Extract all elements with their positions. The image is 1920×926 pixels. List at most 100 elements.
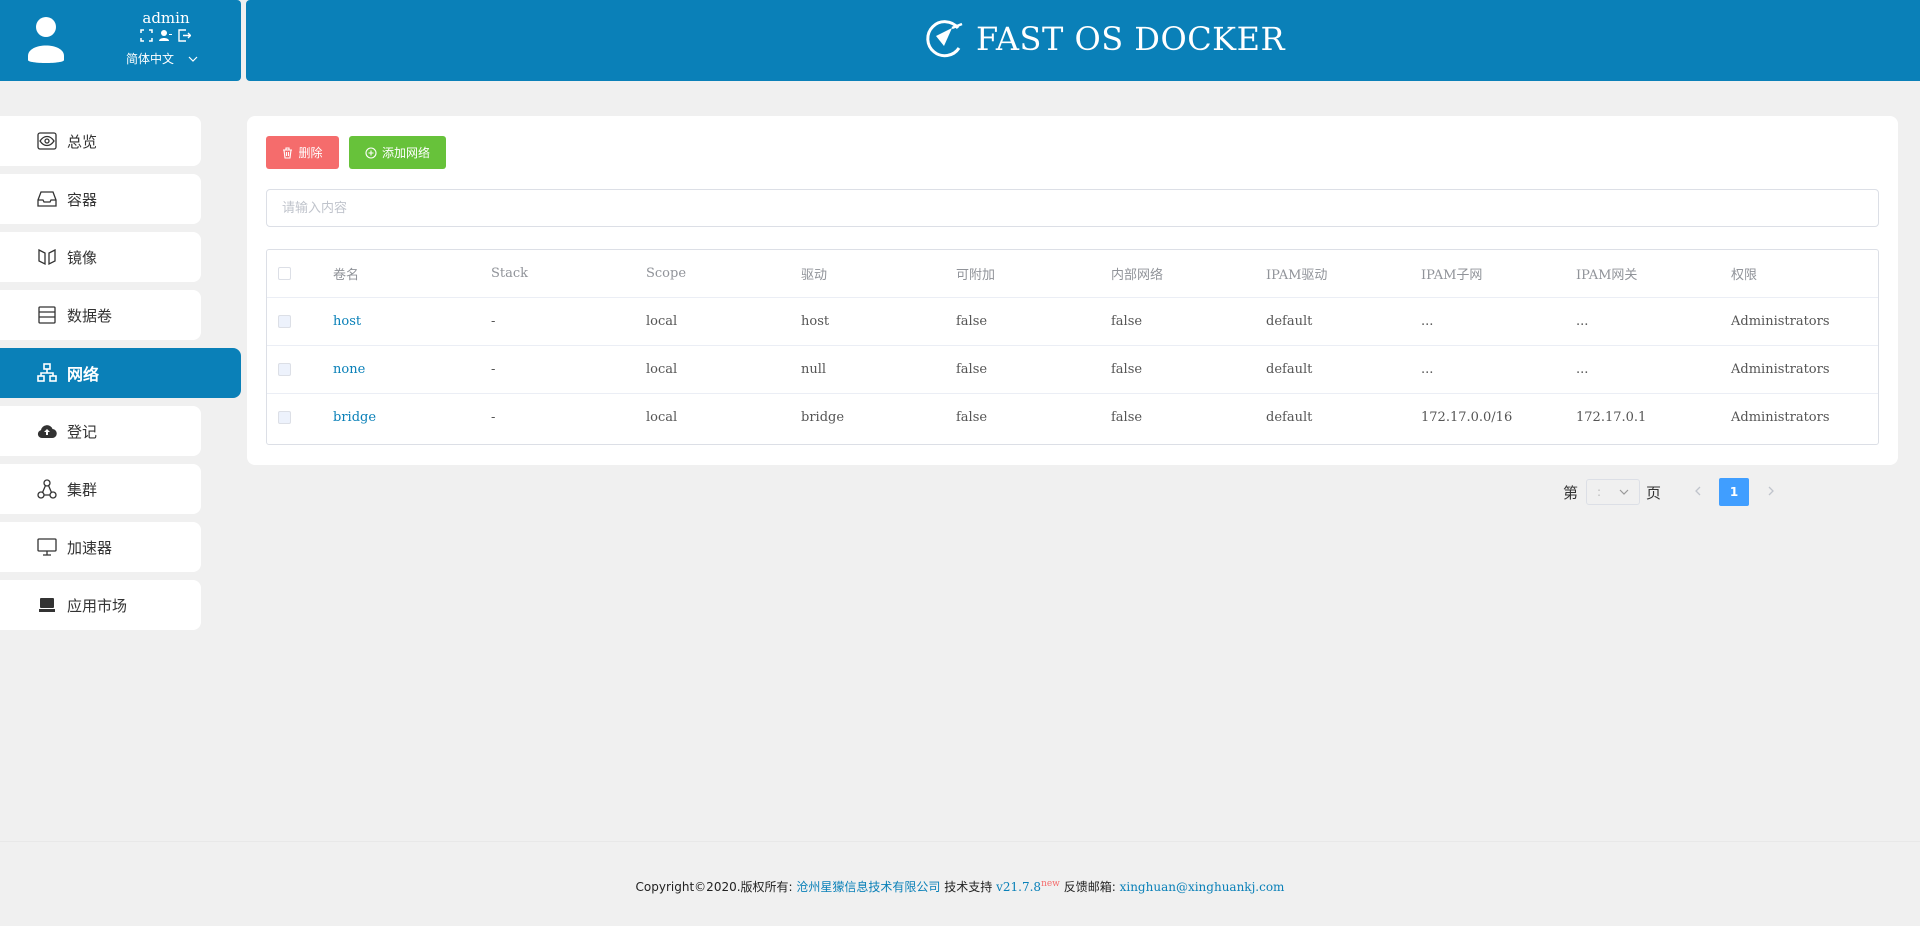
column-header[interactable]: Stack (491, 250, 646, 298)
image-icon (37, 247, 57, 267)
sidebar-item-label: 容器 (67, 190, 98, 209)
search-input[interactable] (266, 189, 1879, 227)
sidebar-item-accelerator[interactable]: 加速器 (0, 522, 201, 572)
plus-circle-icon (365, 146, 377, 159)
prev-page-button[interactable] (1683, 484, 1711, 500)
table-cell: host (801, 297, 956, 346)
table-cell: default (1266, 297, 1421, 346)
chevron-left-icon (1694, 486, 1700, 496)
header-bar: FAST OS DOCKER (246, 0, 1920, 81)
row-checkbox[interactable] (278, 315, 291, 328)
column-header[interactable]: 内部网络 (1111, 250, 1266, 298)
footer-version: v21.7.8 (996, 880, 1042, 894)
row-checkbox[interactable] (278, 411, 291, 424)
table-header-row: 卷名 Stack Scope 驱动 可附加 内部网络 IPAM驱动 IPAM子网… (267, 250, 1878, 298)
table-cell: false (956, 410, 988, 425)
column-header[interactable]: 权限 (1731, 250, 1878, 298)
monitor-icon (37, 537, 57, 557)
language-selector[interactable]: 简体中文 (126, 50, 198, 67)
table-cell: ... (1576, 345, 1731, 394)
table-cell: false (1111, 297, 1266, 346)
logo: FAST OS DOCKER (922, 14, 1285, 64)
sidebar-item-label: 集群 (67, 480, 98, 499)
sidebar-item-label: 镜像 (67, 248, 98, 267)
table-cell: 172.17.0.0/16 (1421, 410, 1513, 425)
user-actions (139, 28, 195, 44)
table-cell: ... (1421, 297, 1576, 346)
table-cell: default (1266, 410, 1313, 425)
table-cell: default (1266, 345, 1421, 394)
sidebar-item-label: 加速器 (67, 538, 113, 557)
user-avatar-icon[interactable] (28, 16, 64, 64)
column-header[interactable]: Scope (646, 250, 801, 298)
page-prefix: 第 (1563, 483, 1579, 502)
select-all-checkbox[interactable] (278, 267, 291, 280)
user-name: admin (142, 9, 190, 27)
table-cell: false (1111, 345, 1266, 394)
eye-icon (37, 131, 57, 151)
sidebar-item-label: 网络 (67, 365, 100, 384)
table-cell: Administrators (1731, 297, 1878, 346)
table-cell: Administrators (1731, 345, 1878, 394)
sidebar-item-registry[interactable]: 登记 (0, 406, 201, 456)
footer-email-link[interactable]: xinghuan@xinghuankj.com (1120, 880, 1285, 894)
table-cell: Administrators (1731, 410, 1830, 425)
network-name-link[interactable]: host (333, 314, 361, 329)
network-panel: 删除 添加网络 卷名 Stack Scope 驱动 可附加 内部网络 IPAM驱… (247, 116, 1898, 465)
footer-company-link[interactable]: 沧州星獴信息技术有限公司 (796, 880, 940, 894)
sidebar-item-network[interactable]: 网络 (0, 348, 241, 398)
footer-support-label: 技术支持 (944, 880, 993, 894)
sidebar-item-overview[interactable]: 总览 (0, 116, 201, 166)
sidebar-item-images[interactable]: 镜像 (0, 232, 201, 282)
column-header[interactable]: 可附加 (956, 250, 1111, 298)
logout-icon[interactable] (177, 28, 192, 43)
sidebar-item-label: 数据卷 (67, 306, 113, 325)
pagination: 第 : 页 1 (1563, 478, 1785, 506)
sidebar-item-label: 登记 (67, 422, 98, 441)
page-select[interactable]: : (1586, 479, 1641, 505)
page-select-value: : (1597, 485, 1602, 499)
chevron-down-icon (188, 56, 198, 62)
network-name-link[interactable]: none (333, 362, 365, 377)
footer-copyright: Copyright©2020.版权所有: (635, 880, 793, 894)
delete-button-label: 删除 (298, 146, 323, 160)
user-profile-icon[interactable] (158, 28, 173, 43)
logo-icon (926, 20, 963, 58)
trash-icon (283, 146, 293, 159)
table-row[interactable]: none - local null false false default ..… (267, 345, 1878, 394)
footer-divider (0, 841, 1920, 842)
cloud-upload-icon (37, 421, 57, 441)
table-row[interactable]: bridge - local bridge false false defaul… (267, 394, 1878, 442)
next-page-button[interactable] (1757, 484, 1785, 500)
sidebar-item-cluster[interactable]: 集群 (0, 464, 201, 514)
network-name-link[interactable]: bridge (333, 410, 376, 425)
list-icon (37, 305, 57, 325)
sidebar-item-label: 应用市场 (67, 596, 128, 615)
column-header[interactable]: IPAM网关 (1576, 250, 1731, 298)
table-cell: local (646, 410, 678, 425)
fullscreen-icon[interactable] (139, 28, 154, 43)
column-header[interactable]: IPAM子网 (1421, 250, 1576, 298)
sidebar-item-containers[interactable]: 容器 (0, 174, 201, 224)
sidebar-item-app-market[interactable]: 应用市场 (0, 580, 201, 630)
cluster-icon (37, 479, 57, 499)
table-cell: ... (1421, 345, 1576, 394)
new-badge: new (1041, 879, 1060, 889)
app-title: FAST OS DOCKER (976, 20, 1286, 58)
chevron-right-icon (1768, 486, 1774, 496)
table-row[interactable]: host - local host false false default ..… (267, 297, 1878, 346)
row-checkbox[interactable] (278, 363, 291, 376)
page-number-1[interactable]: 1 (1719, 478, 1750, 506)
table-cell: false (956, 345, 1111, 394)
delete-button[interactable]: 删除 (266, 136, 339, 169)
sidebar-item-volumes[interactable]: 数据卷 (0, 290, 201, 340)
column-header[interactable]: 卷名 (333, 250, 491, 298)
chevron-down-icon (1619, 489, 1629, 495)
network-icon (37, 363, 57, 383)
add-network-button[interactable]: 添加网络 (349, 136, 446, 169)
footer-feedback-label: 反馈邮箱: (1063, 880, 1116, 894)
column-header[interactable]: 驱动 (801, 250, 956, 298)
add-network-button-label: 添加网络 (381, 146, 430, 160)
table-cell: false (1111, 410, 1143, 425)
column-header[interactable]: IPAM驱动 (1266, 250, 1421, 298)
